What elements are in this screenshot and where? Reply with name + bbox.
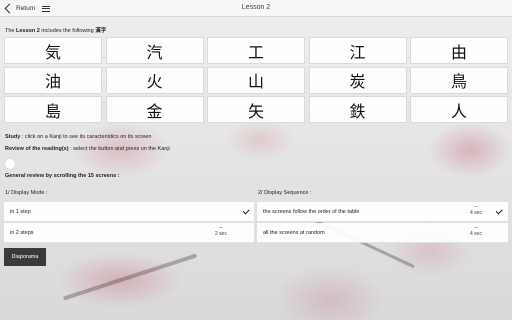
check-icon: [495, 207, 503, 215]
display-sequence-title: 2/ Display Sequence :: [258, 190, 312, 196]
kanji-cell[interactable]: 油: [4, 66, 102, 94]
kanji-grid: 気 汽 工 江 由 油 火 山 炭 鳥 島 金 矢 鉄 人: [4, 37, 508, 123]
kanji-cell[interactable]: 気: [4, 37, 102, 64]
diaporama-button[interactable]: Diaporama: [4, 248, 46, 266]
display-sequence-option-random[interactable]: all the screens at random –4 sec: [257, 223, 508, 243]
delay-stepper[interactable]: –2 sec: [212, 225, 230, 237]
kanji-cell[interactable]: 由: [410, 37, 508, 64]
intro-middle: includes the following: [39, 28, 96, 34]
intro-kanji-word: 漢字: [95, 28, 107, 34]
option-label: all the screens at random: [263, 230, 325, 236]
kanji-cell[interactable]: 島: [4, 96, 102, 123]
lesson-intro: The Lesson 2 includes the following 漢字: [5, 26, 106, 34]
kanji-cell[interactable]: 鉄: [308, 96, 407, 123]
general-review-label: General review by scrolling the 15 scree…: [5, 173, 120, 179]
kanji-cell[interactable]: 鳥: [410, 66, 508, 94]
display-mode-title: 1/ Display Mode :: [5, 190, 48, 196]
kanji-cell[interactable]: 矢: [207, 96, 305, 123]
option-label: the screens follow the order of the tabl…: [263, 209, 360, 215]
option-label: in 2 steps: [10, 230, 34, 236]
display-sequence-option-ordered[interactable]: the screens follow the order of the tabl…: [257, 202, 508, 222]
delay-value: 4 sec: [470, 231, 482, 237]
top-bar: Return Lesson 2: [0, 0, 512, 17]
display-mode-option-1-step[interactable]: in 1 step: [4, 202, 254, 222]
kanji-cell[interactable]: 人: [410, 96, 508, 123]
intro-lesson: Lesson 2: [16, 28, 40, 34]
kanji-cell[interactable]: 炭: [308, 66, 407, 94]
page-title: Lesson 2: [241, 4, 271, 11]
kanji-cell[interactable]: 金: [105, 96, 204, 123]
study-instruction: Study : click on a Kanji to see its cara…: [5, 134, 151, 140]
review-instruction: Review of the reading(s) : select the bu…: [5, 146, 170, 152]
delay-stepper[interactable]: –4 sec: [467, 225, 485, 237]
intro-prefix: The: [5, 28, 17, 34]
check-icon: [242, 207, 250, 215]
delay-value: 2 sec: [215, 231, 227, 237]
delay-stepper[interactable]: –4 sec: [467, 204, 485, 216]
reading-toggle-button[interactable]: [4, 158, 16, 170]
kanji-cell[interactable]: 火: [105, 66, 204, 94]
study-label: Study: [5, 134, 21, 140]
option-label: in 1 step: [10, 209, 31, 215]
kanji-cell[interactable]: 江: [308, 37, 407, 64]
kanji-cell[interactable]: 山: [207, 66, 305, 94]
kanji-cell[interactable]: 汽: [105, 37, 204, 64]
study-text: : click on a Kanji to see its caracteris…: [20, 134, 152, 140]
review-label: Review of the reading(s): [5, 146, 69, 152]
review-text: : select the button and press on the Kan…: [68, 146, 170, 152]
kanji-cell[interactable]: 工: [207, 37, 305, 64]
display-mode-option-2-steps[interactable]: in 2 steps –2 sec: [4, 223, 254, 243]
delay-value: 4 sec: [470, 210, 482, 216]
